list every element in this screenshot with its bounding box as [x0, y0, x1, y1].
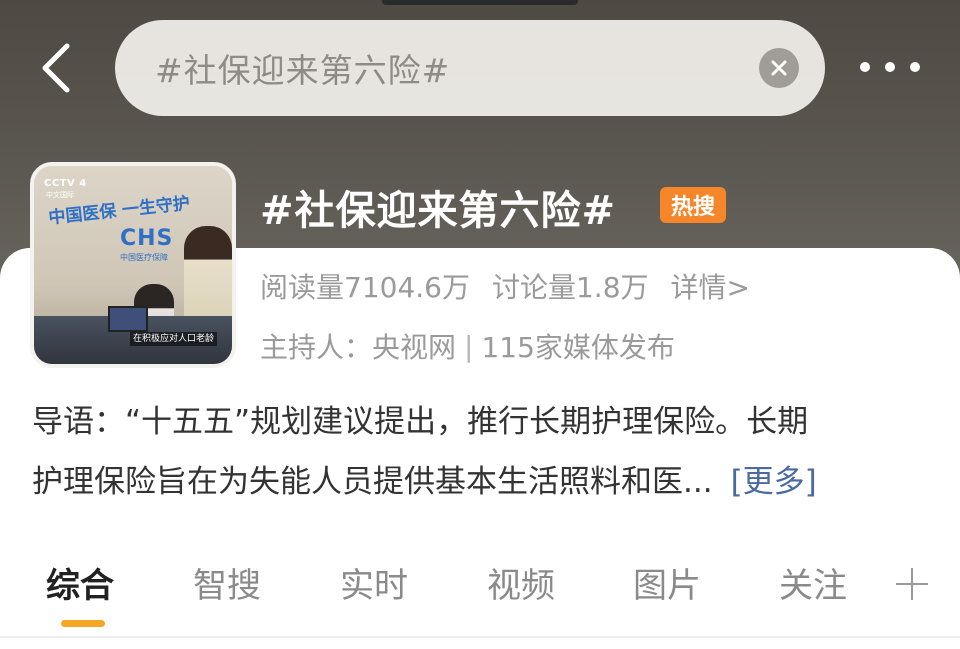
chevron-left-icon	[42, 43, 70, 93]
status-bar-notch	[382, 0, 578, 5]
channel-logo-subtitle: 中文国际	[46, 191, 74, 199]
topic-thumbnail[interactable]: 中国医保 一生守护 CHS 中国医疗保障 CCTV 4 中文国际 在积极应对人口…	[30, 162, 236, 368]
discussion-count: 讨论量1.8万	[491, 271, 649, 304]
result-tabs: 综合 智搜 实时 视频 图片 关注	[0, 548, 960, 628]
search-input[interactable]: #社保迎来第六险#	[115, 20, 825, 116]
host-info: 主持人：央视网 | 115家媒体发布	[260, 326, 675, 366]
tab-realtime[interactable]: 实时	[340, 558, 408, 607]
thumbnail-logo-subtitle: 中国医疗保障	[120, 253, 168, 262]
more-horizontal-icon	[910, 62, 920, 72]
active-tab-indicator	[61, 620, 105, 627]
intro-more-link[interactable]: [更多]	[731, 464, 817, 500]
topic-stats: 阅读量7104.6万 讨论量1.8万 详情>	[260, 266, 750, 306]
tab-following[interactable]: 关注	[779, 558, 847, 607]
host-name[interactable]: 主持人：央视网	[260, 326, 456, 366]
tab-smart-search[interactable]: 智搜	[193, 558, 261, 607]
clear-search-button[interactable]	[759, 48, 799, 88]
tab-images[interactable]: 图片	[633, 558, 701, 607]
thumbnail-caption: 在积极应对人口老龄	[130, 332, 218, 346]
read-count: 阅读量7104.6万	[260, 271, 470, 304]
host-separator: |	[464, 329, 474, 363]
more-horizontal-icon	[860, 62, 870, 72]
close-icon	[771, 60, 787, 76]
intro-line-2: 护理保险旨在为失能人员提供基本生活照料和医...	[32, 464, 713, 500]
media-count[interactable]: 115家媒体发布	[481, 326, 674, 366]
topic-title: #社保迎来第六险#	[260, 188, 617, 234]
hot-search-badge: 热搜	[660, 187, 726, 223]
details-link[interactable]: 详情>	[671, 266, 750, 306]
intro-line-1: 导语：“十五五”规划建议提出，推行长期护理保险。长期	[32, 404, 809, 440]
thumbnail-logo: CHS	[120, 226, 174, 251]
tab-video[interactable]: 视频	[487, 558, 555, 607]
search-query-text: #社保迎来第六险#	[155, 51, 451, 90]
tab-comprehensive[interactable]: 综合	[46, 558, 114, 607]
back-button[interactable]	[32, 40, 80, 96]
more-horizontal-icon	[885, 62, 895, 72]
tabs-divider	[0, 636, 960, 638]
intro-line-2-wrapper: 护理保险旨在为失能人员提供基本生活照料和医... [更多]	[32, 452, 922, 512]
thumbnail-monitor	[108, 306, 148, 332]
topic-intro: 导语：“十五五”规划建议提出，推行长期护理保险。长期 护理保险旨在为失能人员提供…	[32, 392, 922, 512]
add-tab-button[interactable]	[896, 568, 928, 600]
more-options-button[interactable]	[860, 52, 920, 82]
channel-logo: CCTV 4	[44, 178, 87, 189]
